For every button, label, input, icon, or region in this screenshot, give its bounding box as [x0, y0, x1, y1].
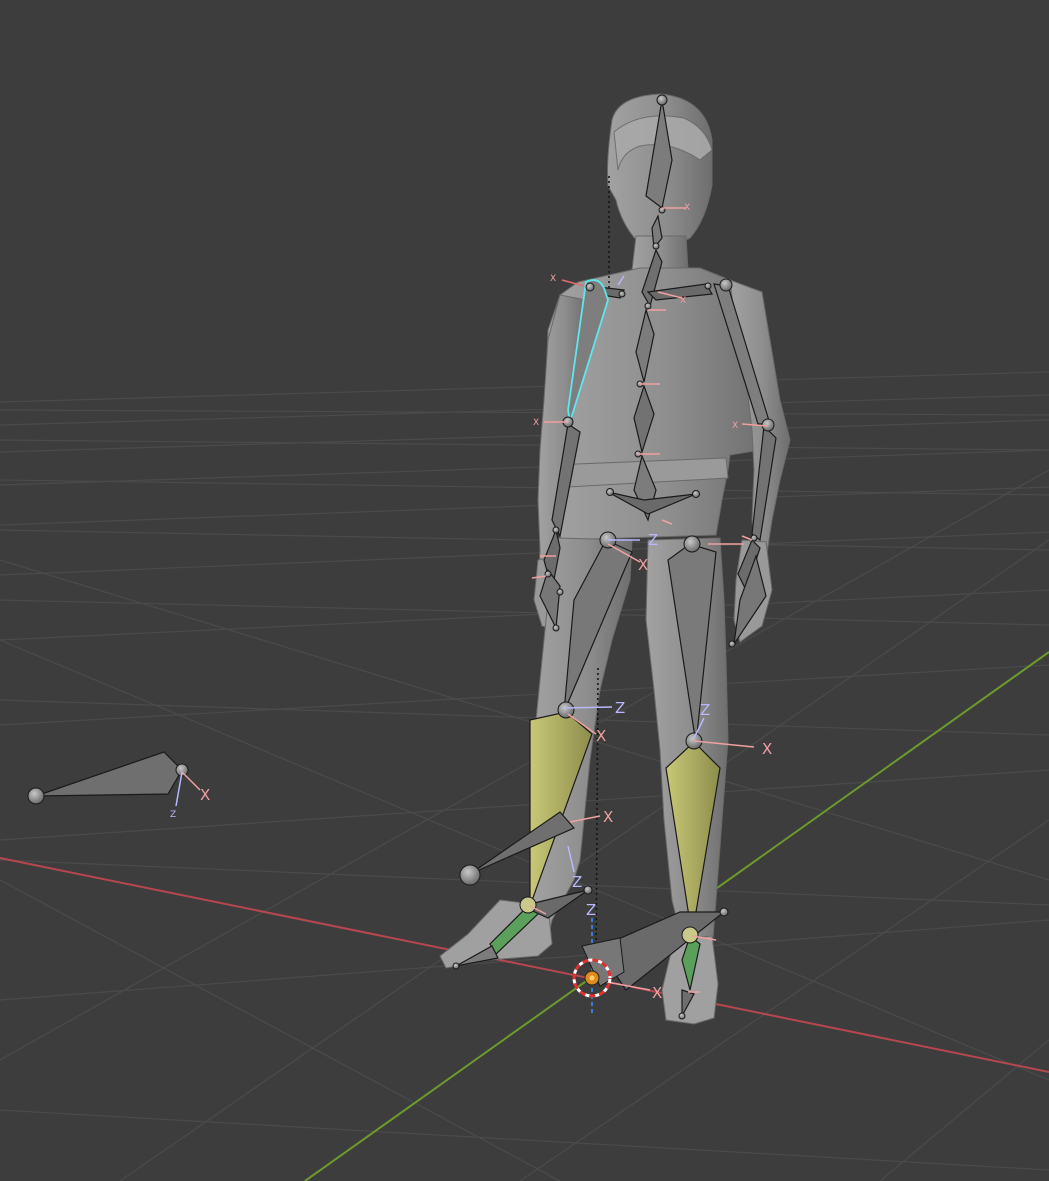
axis-label-z: Z	[615, 699, 625, 717]
axis-label-x: X	[680, 296, 686, 306]
axis-label-z: Z	[700, 701, 710, 719]
axis-label-x: X	[652, 984, 662, 1002]
axis-label-x: X	[603, 808, 613, 826]
axis-label-x: X	[762, 740, 772, 758]
axis-label-x: X	[638, 556, 648, 574]
axis-label-x: X	[550, 274, 556, 284]
axis-label-x: X	[732, 421, 738, 431]
viewport-background	[0, 0, 1049, 1181]
axis-label-x: X	[684, 203, 690, 213]
axis-label-x: X	[533, 418, 539, 428]
axis-label-x: X	[200, 786, 210, 804]
axis-label-z: Z	[648, 531, 658, 549]
axis-label-z: Z	[572, 873, 582, 891]
axis-label-z: Z	[170, 810, 176, 820]
3d-viewport[interactable]: X X X X X Z X Z X Z X X Z X Z Z X	[0, 0, 1049, 1181]
axis-label-x: X	[596, 727, 606, 745]
axis-label-z: Z	[586, 901, 596, 919]
